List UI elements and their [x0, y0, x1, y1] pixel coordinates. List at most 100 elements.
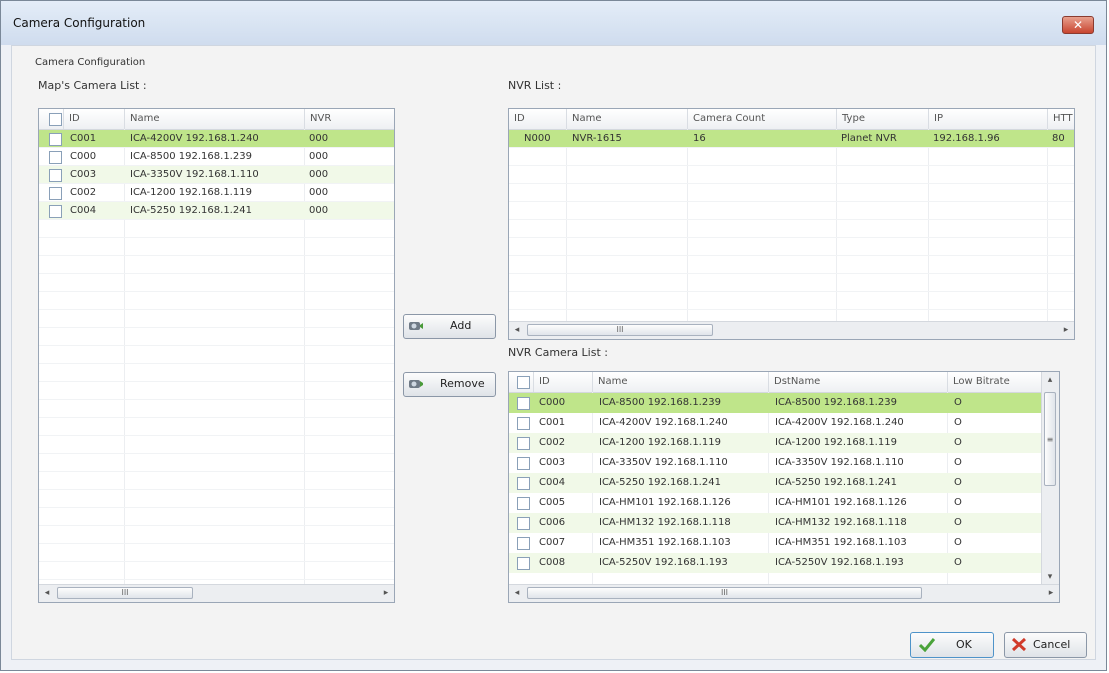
table-row[interactable]: C004 ICA-5250 192.168.1.241 000 [39, 202, 394, 220]
col-id[interactable]: ID [533, 372, 592, 392]
col-http[interactable]: HTT [1047, 109, 1074, 129]
cell-type: Planet NVR [841, 133, 897, 144]
row-checkbox[interactable] [49, 151, 62, 164]
scroll-left-icon[interactable]: ◂ [39, 585, 55, 602]
col-ip[interactable]: IP [928, 109, 1047, 129]
grid-line [39, 273, 394, 274]
cell-name: ICA-4200V 192.168.1.240 [599, 417, 728, 428]
close-x-icon: ✕ [1072, 18, 1084, 32]
add-camera-icon [409, 322, 423, 330]
row-checkbox[interactable] [517, 457, 530, 470]
scroll-left-icon[interactable]: ◂ [509, 322, 525, 339]
table-row[interactable]: C000 ICA-8500 192.168.1.239 ICA-8500 192.1… [509, 393, 1042, 413]
grid-line [39, 399, 394, 400]
select-all-checkbox[interactable] [49, 113, 62, 126]
table-row[interactable]: C003 ICA-3350V 192.168.1.110 000 [39, 166, 394, 184]
grid-line [509, 165, 1074, 166]
grid-line [39, 345, 394, 346]
grid-line [39, 381, 394, 382]
row-checkbox[interactable] [49, 187, 62, 200]
nvr-list[interactable]: ID Name Camera Count Type IP HTT N000 NVR… [508, 108, 1075, 340]
table-row[interactable]: C005 ICA-HM101 192.168.1.126 ICA-HM101 192… [509, 493, 1042, 513]
ok-button[interactable]: OK [910, 632, 994, 658]
col-camera-count[interactable]: Camera Count [687, 109, 836, 129]
row-checkbox[interactable] [517, 537, 530, 550]
maps-camera-list-label: Map's Camera List : [38, 79, 147, 92]
row-checkbox[interactable] [517, 477, 530, 490]
nvr-camera-horizontal-scrollbar[interactable]: ◂ III ▸ [509, 584, 1059, 602]
scroll-thumb[interactable]: III [527, 324, 713, 336]
col-nvr[interactable]: NVR [304, 109, 394, 129]
row-checkbox[interactable] [517, 417, 530, 430]
table-row[interactable]: C003 ICA-3350V 192.168.1.110 ICA-3350V 192… [509, 453, 1042, 473]
scroll-right-icon[interactable]: ▸ [1043, 585, 1059, 602]
remove-button[interactable]: Remove [403, 372, 496, 397]
cell-name: ICA-HM351 192.168.1.103 [599, 537, 731, 548]
grid-line [39, 165, 394, 166]
nvr-camera-list[interactable]: ID Name DstName Low Bitrate C000 ICA-8500… [508, 371, 1060, 603]
scroll-down-icon[interactable]: ▾ [1042, 569, 1058, 585]
table-row[interactable]: C008 ICA-5250V 192.168.1.193 ICA-5250V 192… [509, 553, 1042, 573]
scroll-right-icon[interactable]: ▸ [378, 585, 394, 602]
cell-low: O [954, 477, 962, 488]
row-checkbox[interactable] [517, 437, 530, 450]
vertical-scroll-thumb[interactable]: ≡ [1044, 392, 1056, 486]
grid-line [39, 489, 394, 490]
grid-line [566, 129, 567, 321]
col-low-bitrate[interactable]: Low Bitrate [947, 372, 1042, 392]
close-button[interactable]: ✕ [1062, 16, 1094, 34]
col-type[interactable]: Type [836, 109, 928, 129]
table-row[interactable]: C000 ICA-8500 192.168.1.239 000 [39, 148, 394, 166]
cancel-button[interactable]: Cancel [1004, 632, 1087, 658]
cell-id: C007 [539, 537, 566, 548]
scroll-thumb[interactable]: III [57, 587, 193, 599]
grid-line [39, 291, 394, 292]
scroll-left-icon[interactable]: ◂ [509, 585, 525, 602]
add-button[interactable]: Add [403, 314, 496, 339]
scroll-right-icon[interactable]: ▸ [1058, 322, 1074, 339]
col-name[interactable]: Name [566, 109, 687, 129]
cancel-x-icon [1011, 637, 1027, 652]
cell-id: C008 [539, 557, 566, 568]
maps-camera-list[interactable]: ID Name NVR C001 ICA-4200V 192.168.1.240 0… [38, 108, 395, 603]
grid-line [39, 561, 394, 562]
maps-horizontal-scrollbar[interactable]: ◂ III ▸ [39, 584, 394, 602]
col-name[interactable]: Name [124, 109, 303, 129]
cell-name: ICA-8500 192.168.1.239 [130, 151, 252, 162]
cell-dst: ICA-HM132 192.168.1.118 [775, 517, 907, 528]
row-checkbox[interactable] [49, 133, 62, 146]
window-title: Camera Configuration [13, 16, 146, 30]
col-name[interactable]: Name [592, 372, 768, 392]
table-row[interactable]: C002 ICA-1200 192.168.1.119 ICA-1200 192.1… [509, 433, 1042, 453]
scroll-up-icon[interactable]: ▴ [1042, 372, 1058, 388]
col-id[interactable]: ID [63, 109, 123, 129]
row-checkbox[interactable] [517, 397, 530, 410]
row-checkbox[interactable] [49, 205, 62, 218]
cell-low: O [954, 497, 962, 508]
cell-nvr: 000 [309, 205, 329, 216]
row-checkbox[interactable] [517, 517, 530, 530]
add-button-label: Add [450, 319, 472, 332]
grid-line [928, 129, 929, 321]
table-row[interactable]: C006 ICA-HM132 192.168.1.118 ICA-HM132 192… [509, 513, 1042, 533]
nvr-horizontal-scrollbar[interactable]: ◂ III ▸ [509, 321, 1074, 339]
table-row[interactable]: C007 ICA-HM351 192.168.1.103 ICA-HM351 192… [509, 533, 1042, 553]
cell-id: C001 [539, 417, 566, 428]
table-row[interactable]: N000 NVR-1615 16 Planet NVR 192.168.1.96 80 [509, 130, 1074, 148]
col-dstname[interactable]: DstName [768, 372, 947, 392]
scroll-thumb[interactable]: III [527, 587, 922, 599]
table-row[interactable]: C004 ICA-5250 192.168.1.241 ICA-5250 192.1… [509, 473, 1042, 493]
cell-low: O [954, 457, 962, 468]
row-checkbox[interactable] [517, 497, 530, 510]
col-id[interactable]: ID [509, 109, 566, 129]
cell-id: C003 [539, 457, 566, 468]
cell-dst: ICA-8500 192.168.1.239 [775, 397, 897, 408]
grid-line [509, 147, 1074, 148]
select-all-checkbox[interactable] [517, 376, 530, 389]
table-row[interactable]: C001 ICA-4200V 192.168.1.240 000 [39, 130, 394, 148]
nvr-camera-vertical-scrollbar[interactable]: ▴ ≡ ▾ [1041, 372, 1059, 585]
table-row[interactable]: C001 ICA-4200V 192.168.1.240 ICA-4200V 192… [509, 413, 1042, 433]
table-row[interactable]: C002 ICA-1200 192.168.1.119 000 [39, 184, 394, 202]
row-checkbox[interactable] [49, 169, 62, 182]
row-checkbox[interactable] [517, 557, 530, 570]
